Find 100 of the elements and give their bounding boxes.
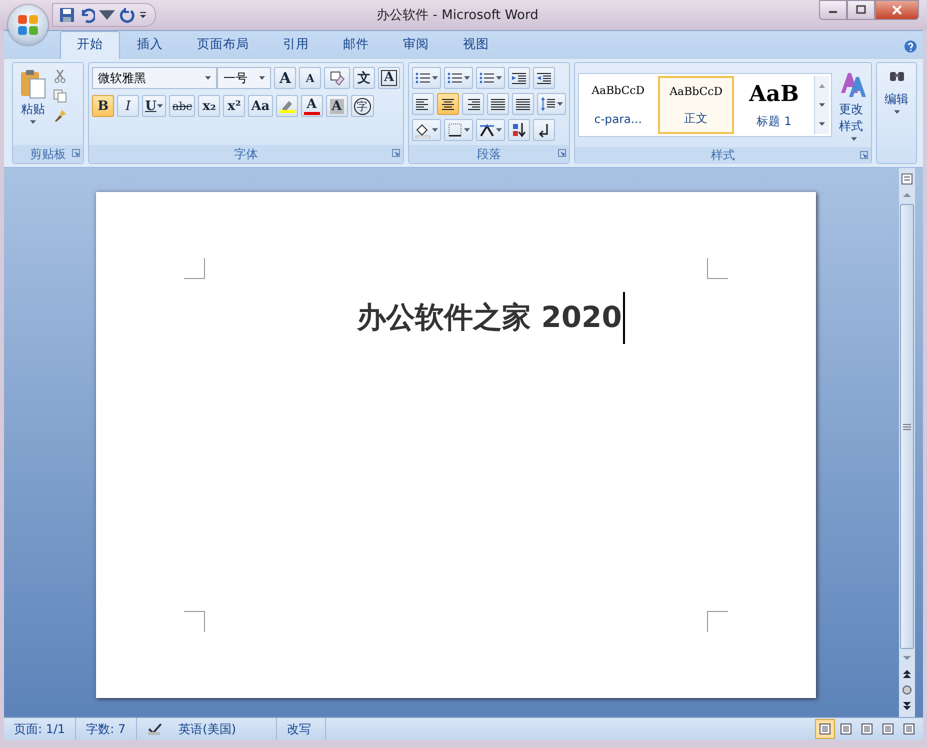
format-button[interactable]: 文 xyxy=(353,67,376,89)
asian-layout-button[interactable] xyxy=(476,119,506,141)
bullets-button[interactable] xyxy=(412,67,442,89)
copy-icon[interactable] xyxy=(53,89,67,103)
dropdown-arrow-icon xyxy=(30,120,36,124)
status-item[interactable]: 页面: 1/1 xyxy=(14,720,66,738)
numbering-button[interactable] xyxy=(444,67,474,89)
line-spacing-icon xyxy=(540,96,556,112)
page-icon xyxy=(861,723,873,735)
ribbon-tab[interactable]: 页面布局 xyxy=(180,31,266,59)
format-painter-icon[interactable] xyxy=(53,109,67,123)
window-title: 办公软件 - Microsoft Word xyxy=(376,7,540,24)
decrease-indent-button[interactable] xyxy=(508,67,530,89)
dropdown-arrow-icon[interactable] xyxy=(819,102,826,107)
grow-font-button[interactable]: A xyxy=(274,67,296,89)
increase-indent-button[interactable] xyxy=(533,67,556,89)
dialog-launcher-icon[interactable] xyxy=(72,149,80,157)
dropdown-arrow-icon xyxy=(851,137,858,141)
align-button[interactable] xyxy=(412,93,434,115)
dropdown-arrow-icon xyxy=(894,110,900,114)
help-icon[interactable] xyxy=(904,40,917,53)
sort-icon xyxy=(511,122,528,138)
multilevel-list-button[interactable] xyxy=(476,67,506,89)
dialog-launcher-icon[interactable] xyxy=(558,149,566,157)
crop-mark xyxy=(707,611,728,632)
ribbon-tab[interactable]: 引用 xyxy=(266,31,326,59)
asian-layout-icon xyxy=(479,122,496,138)
align-button[interactable] xyxy=(462,93,484,115)
format-button[interactable]: Aa xyxy=(248,95,273,117)
strikethrough-button[interactable]: abc xyxy=(169,95,196,117)
proofing-icon[interactable] xyxy=(146,722,163,736)
paste-button[interactable]: 粘贴 xyxy=(16,67,50,141)
save-icon[interactable] xyxy=(59,7,75,23)
align-icon xyxy=(465,96,482,112)
maximize-button[interactable] xyxy=(847,0,875,20)
ruler-toggle-icon[interactable] xyxy=(900,172,914,186)
close-button[interactable] xyxy=(875,0,919,20)
character-shading-button[interactable]: A xyxy=(326,95,348,117)
sort-button[interactable] xyxy=(508,119,530,141)
paint-bucket-icon xyxy=(415,122,432,138)
shrink-font-button[interactable]: A xyxy=(299,67,322,89)
line-spacing-button[interactable] xyxy=(537,93,566,115)
format-button[interactable]: x² xyxy=(223,95,246,117)
group-title: 段落 xyxy=(477,146,502,162)
ribbon-tab[interactable]: 邮件 xyxy=(326,31,386,59)
redo-icon[interactable] xyxy=(119,7,135,23)
clipboard-icon xyxy=(20,69,46,99)
align-button[interactable] xyxy=(487,93,510,115)
shading-button[interactable] xyxy=(412,119,442,141)
page-icon xyxy=(882,723,894,735)
highlight-button[interactable] xyxy=(276,95,298,117)
underline-button[interactable]: U xyxy=(142,95,166,117)
dropdown-arrow-icon xyxy=(464,128,470,132)
borders-button[interactable] xyxy=(444,119,474,141)
dropdown-arrow-icon[interactable] xyxy=(819,122,826,126)
scrollbar-thumb[interactable] xyxy=(900,204,914,649)
style-item[interactable]: AaB 标题 1 xyxy=(737,76,812,134)
ribbon-tab[interactable]: 审阅 xyxy=(386,31,446,59)
align-button[interactable] xyxy=(512,93,534,115)
eraser-icon[interactable] xyxy=(324,67,350,89)
text-cursor xyxy=(622,292,625,344)
format-button[interactable]: x₂ xyxy=(198,95,220,117)
status-item[interactable]: 字数: 7 xyxy=(86,720,126,738)
format-button[interactable]: B xyxy=(92,95,114,117)
view-button[interactable] xyxy=(815,719,835,739)
change-styles-button[interactable]: 更改样式 xyxy=(835,67,874,143)
character-border-button[interactable]: A xyxy=(378,67,400,89)
ribbon-tab[interactable]: 视图 xyxy=(446,31,506,59)
page-icon xyxy=(819,723,831,735)
dialog-launcher-icon[interactable] xyxy=(860,151,868,159)
font-color-button[interactable]: A xyxy=(300,95,323,117)
dropdown-arrow-icon xyxy=(496,76,502,80)
align-button[interactable] xyxy=(437,93,460,115)
dropdown-arrow-icon xyxy=(432,76,438,80)
close-icon xyxy=(892,5,902,15)
browse-object-icon[interactable] xyxy=(900,683,914,697)
cut-icon[interactable] xyxy=(53,69,67,83)
show-marks-button[interactable] xyxy=(533,119,556,141)
font-name-field[interactable]: 微软雅黑 xyxy=(92,67,218,89)
dropdown-arrow-icon xyxy=(557,102,564,106)
ribbon-tab[interactable]: 插入 xyxy=(120,31,180,59)
ribbon-tab[interactable]: 开始 xyxy=(60,31,120,59)
status-item[interactable]: 改写 xyxy=(287,720,312,738)
dialog-launcher-icon[interactable] xyxy=(392,149,400,157)
enclose-characters-button[interactable]: 字 xyxy=(350,95,374,117)
font-size-field[interactable]: 一号 xyxy=(217,67,272,89)
decrease-indent-icon xyxy=(511,70,528,86)
dropdown-arrow-icon xyxy=(464,76,470,80)
document-text: 办公软件之家 2020 xyxy=(357,299,622,336)
list-icon xyxy=(415,70,432,86)
status-item[interactable]: 英语(美国) xyxy=(178,720,236,738)
minimize-button[interactable] xyxy=(819,0,847,20)
highlighter-icon xyxy=(278,99,295,113)
customize-icon[interactable] xyxy=(139,11,147,19)
italic-button[interactable]: I xyxy=(117,95,140,117)
group-title: 样式 xyxy=(711,147,736,164)
list-icon xyxy=(447,70,464,86)
undo-icon[interactable] xyxy=(79,7,95,23)
style-item[interactable]: AaBbCcD 正文 xyxy=(658,76,734,134)
style-item[interactable]: AaBbCcD c-para... xyxy=(581,76,656,134)
